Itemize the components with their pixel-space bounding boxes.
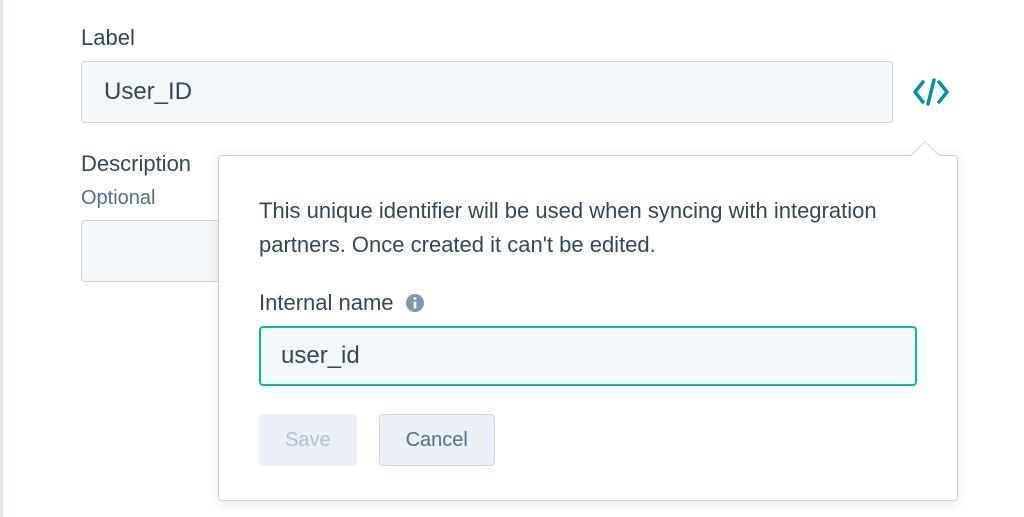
save-button[interactable]: Save	[259, 414, 357, 466]
label-input[interactable]	[81, 61, 893, 123]
label-input-row	[81, 61, 951, 123]
code-toggle-button[interactable]	[911, 72, 951, 112]
popover-description-text: This unique identifier will be used when…	[259, 194, 917, 262]
label-field-label: Label	[81, 25, 1024, 51]
cancel-button[interactable]: Cancel	[379, 414, 495, 466]
internal-name-input[interactable]	[259, 326, 917, 386]
internal-name-label-row: Internal name	[259, 290, 917, 316]
code-icon	[913, 78, 949, 106]
info-icon[interactable]	[404, 292, 426, 314]
internal-name-label: Internal name	[259, 290, 394, 316]
popover-arrow	[911, 141, 939, 169]
label-form-group: Label	[81, 25, 1024, 123]
internal-name-popover: This unique identifier will be used when…	[218, 155, 958, 501]
popover-button-row: Save Cancel	[259, 414, 917, 466]
